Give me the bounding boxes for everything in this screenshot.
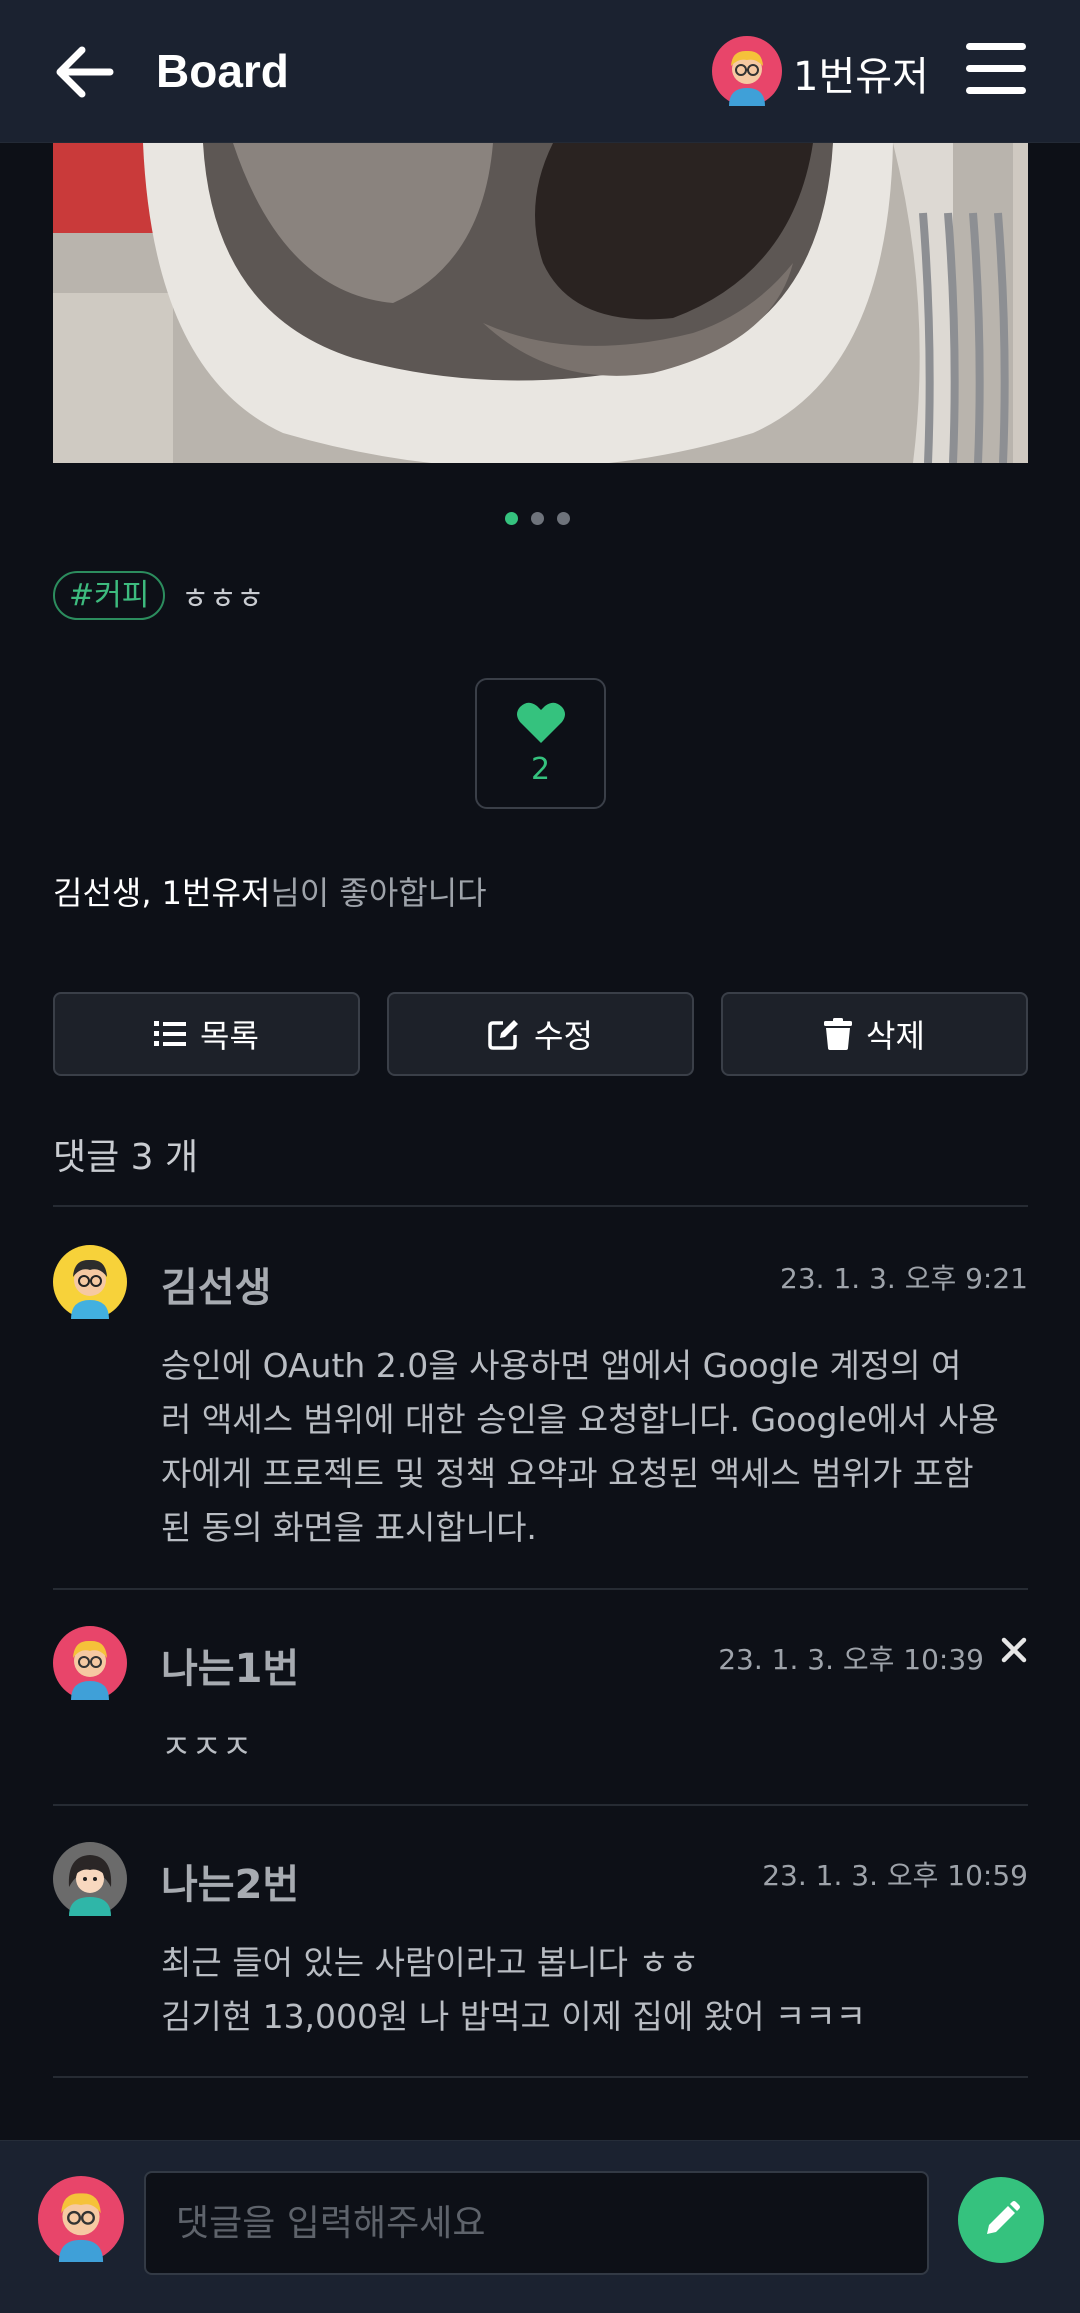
- comment-line: 김기현 13,000원 나 밥먹고 이제 집에 왔어 ㅋㅋㅋ: [161, 1997, 867, 2036]
- submit-comment-button[interactable]: [958, 2177, 1044, 2263]
- carousel-indicator: [505, 512, 570, 525]
- header-user-name[interactable]: 1번유저: [793, 44, 929, 102]
- comment-compose-bar: [0, 2140, 1080, 2313]
- carousel-dot-3[interactable]: [557, 512, 570, 525]
- comment-line: ㅈㅈㅈ: [161, 1727, 253, 1766]
- like-count: 2: [530, 752, 551, 787]
- comment-author: 김선생: [161, 1265, 272, 1311]
- comment-time: 23. 1. 3. 오후 10:59: [762, 1859, 1028, 1892]
- comment-line: 러 액세스 범위에 대한 승인을 요청합니다. Google에서 사용: [161, 1400, 999, 1439]
- comment-avatar[interactable]: [53, 1626, 127, 1700]
- comment-item: 나는1번 23. 1. 3. 오후 10:39 ㅈㅈㅈ: [53, 1626, 1028, 1786]
- comment-input[interactable]: [144, 2171, 929, 2275]
- like-button[interactable]: 2: [475, 678, 606, 809]
- comment-line: 최근 들어 있는 사람이라고 봅니다 ㅎㅎ: [161, 1943, 700, 1982]
- likers-names: 김선생, 1번유저: [53, 874, 271, 912]
- post-tags: #커피 ㅎㅎㅎ: [53, 571, 264, 620]
- list-icon: [154, 1021, 187, 1046]
- post-photo[interactable]: [53, 143, 1028, 463]
- post-actions: 목록 수정 삭제: [53, 992, 1028, 1076]
- edit-label: 수정: [534, 1017, 593, 1055]
- tag-chip[interactable]: #커피: [53, 571, 166, 620]
- delete-comment-icon[interactable]: [1000, 1636, 1028, 1664]
- comment-avatar[interactable]: [53, 1245, 127, 1319]
- back-arrow-icon[interactable]: [52, 40, 116, 104]
- likers-suffix: 님이 좋아합니다: [270, 874, 487, 912]
- delete-label: 삭제: [866, 1017, 925, 1055]
- comment-line: 된 동의 화면을 표시합니다.: [161, 1508, 537, 1547]
- app-header: Board 1번유저: [0, 0, 1080, 143]
- divider: [53, 2076, 1028, 2078]
- comment-body: 승인에 OAuth 2.0을 사용하면 앱에서 Google 계정의 여 러 액…: [161, 1339, 1021, 1555]
- user-avatar[interactable]: [712, 36, 782, 106]
- comment-author: 나는1번: [161, 1646, 300, 1692]
- delete-button[interactable]: 삭제: [721, 992, 1028, 1076]
- comment-time: 23. 1. 3. 오후 10:39: [718, 1643, 984, 1676]
- divider: [53, 1205, 1028, 1207]
- comment-item: 나는2번 23. 1. 3. 오후 10:59 최근 들어 있는 사람이라고 봅…: [53, 1842, 1028, 2062]
- edit-icon: [488, 1020, 519, 1050]
- divider: [53, 1804, 1028, 1806]
- carousel-dot-2[interactable]: [531, 512, 544, 525]
- list-button[interactable]: 목록: [53, 992, 360, 1076]
- comment-line: 자에게 프로젝트 및 정책 요약과 요청된 액세스 범위가 포함: [161, 1454, 974, 1493]
- likers-text: 김선생, 1번유저님이 좋아합니다: [53, 868, 487, 914]
- comment-item: 김선생 23. 1. 3. 오후 9:21 승인에 OAuth 2.0을 사용하…: [53, 1245, 1028, 1565]
- carousel-dot-1[interactable]: [505, 512, 518, 525]
- my-avatar[interactable]: [38, 2176, 124, 2262]
- comment-count-heading: 댓글 3 개: [53, 1137, 199, 1178]
- pencil-icon: [987, 2201, 1020, 2234]
- post-text: ㅎㅎㅎ: [181, 581, 265, 617]
- comment-avatar[interactable]: [53, 1842, 127, 1916]
- edit-button[interactable]: 수정: [387, 992, 694, 1076]
- comment-author: 나는2번: [161, 1862, 300, 1908]
- comment-line: 승인에 OAuth 2.0을 사용하면 앱에서 Google 계정의 여: [161, 1346, 962, 1385]
- heart-icon: [516, 702, 565, 743]
- list-label: 목록: [200, 1017, 259, 1055]
- comment-time: 23. 1. 3. 오후 9:21: [780, 1262, 1028, 1295]
- hamburger-menu-icon[interactable]: [964, 40, 1028, 98]
- coffee-cup-photo: [53, 143, 1028, 463]
- comment-body: 최근 들어 있는 사람이라고 봅니다 ㅎㅎ 김기현 13,000원 나 밥먹고 …: [161, 1936, 1021, 2044]
- trash-icon: [824, 1018, 853, 1050]
- comment-body: ㅈㅈㅈ: [161, 1720, 1021, 1774]
- divider: [53, 1588, 1028, 1590]
- page-title: Board: [156, 45, 289, 97]
